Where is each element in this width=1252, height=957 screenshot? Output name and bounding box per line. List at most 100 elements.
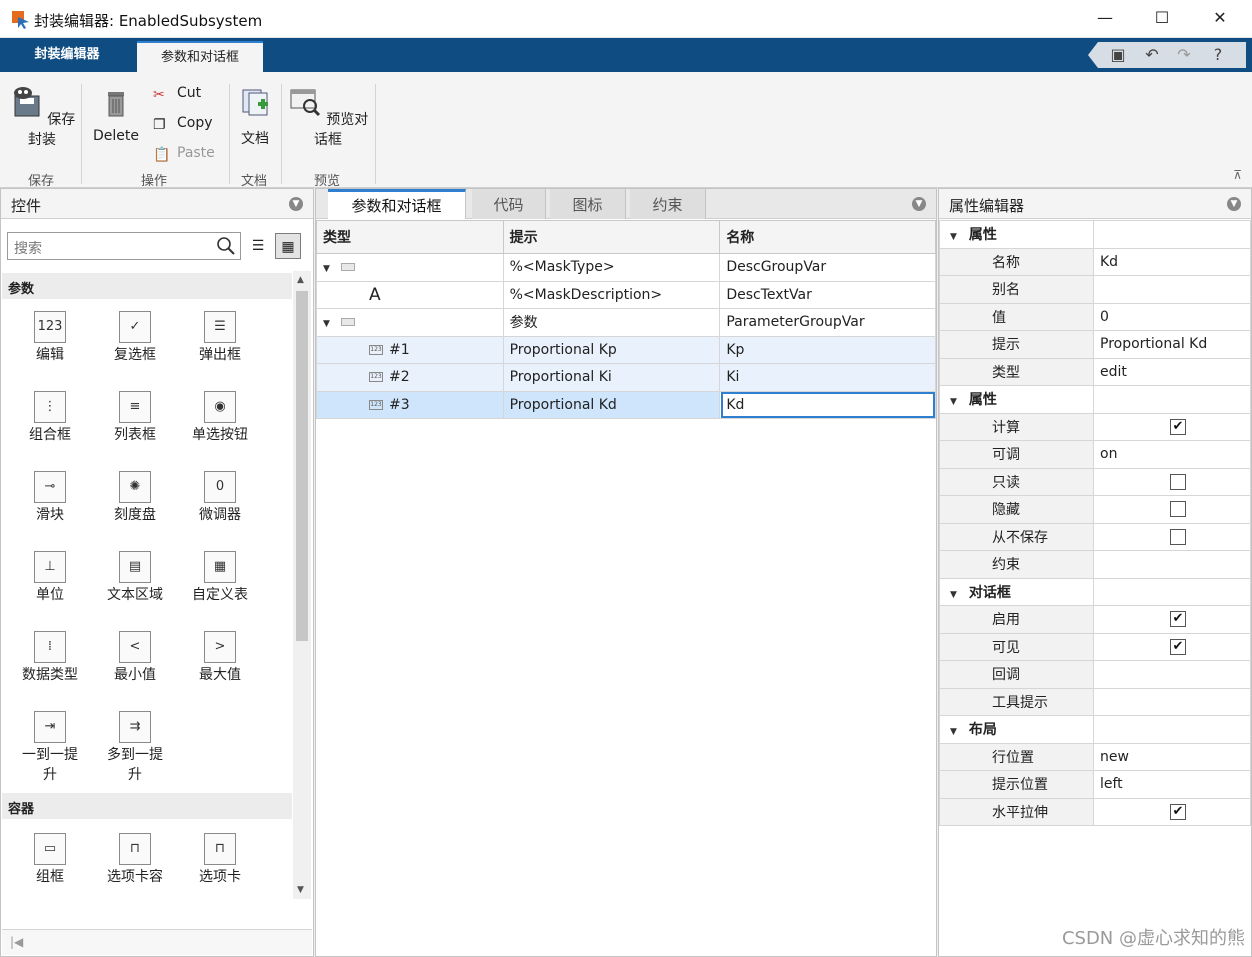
table-row[interactable]: ▼ %<MaskType> DescGroupVar bbox=[316, 253, 936, 282]
table-row[interactable]: A %<MaskDescription> DescTextVar bbox=[316, 280, 936, 309]
scroll-up-icon[interactable]: ▲ bbox=[297, 275, 304, 285]
horizontal-scrollbar[interactable]: |◀ bbox=[2, 929, 312, 955]
property-value-name[interactable]: Kd bbox=[1093, 247, 1251, 276]
scroll-start-icon[interactable]: |◀ bbox=[10, 935, 23, 949]
property-value-row-position[interactable]: new bbox=[1093, 742, 1251, 771]
save-mask-button[interactable]: 保存封装 bbox=[8, 84, 76, 149]
expand-arrow-icon[interactable]: ▼ bbox=[323, 319, 337, 329]
control-item[interactable]: ≡ 列表框 bbox=[92, 391, 178, 445]
control-item[interactable]: ▤ 文本区域 bbox=[92, 551, 178, 605]
collapse-ribbon-icon[interactable]: ⊼ bbox=[1233, 168, 1242, 182]
preview-dialog-button[interactable]: 预览对话框 bbox=[287, 84, 369, 149]
type-cell[interactable]: ▼ bbox=[316, 253, 504, 282]
tab-icon[interactable]: 图标 bbox=[550, 189, 626, 219]
never-save-checkbox[interactable] bbox=[1170, 528, 1186, 545]
scrollbar-thumb[interactable] bbox=[296, 291, 308, 641]
expand-arrow-icon[interactable]: ▼ bbox=[323, 264, 337, 274]
tab-params-dialog[interactable]: 参数和对话框 bbox=[137, 41, 263, 72]
prompt-cell[interactable]: %<MaskType> bbox=[502, 253, 721, 282]
control-item[interactable]: 0 微调器 bbox=[177, 471, 263, 525]
tab-constraints[interactable]: 约束 bbox=[630, 189, 706, 219]
control-item[interactable]: 123 编辑 bbox=[7, 311, 93, 365]
table-row[interactable]: ▼ 参数 ParameterGroupVar bbox=[316, 308, 936, 337]
type-cell[interactable]: 123 #1 bbox=[316, 335, 504, 364]
panel-menu-icon[interactable]: ▼ bbox=[912, 197, 926, 211]
hidden-checkbox[interactable] bbox=[1170, 501, 1186, 518]
paste-button[interactable]: 📋 Paste bbox=[153, 142, 215, 164]
property-group[interactable]: ▼ 对话框 bbox=[939, 577, 1251, 606]
maximize-button[interactable]: ☐ bbox=[1150, 6, 1174, 30]
collapse-arrow-icon[interactable]: ▼ bbox=[950, 397, 964, 407]
help-icon[interactable]: ? bbox=[1206, 43, 1230, 67]
type-cell[interactable]: 123 #2 bbox=[316, 363, 504, 392]
list-view-icon[interactable]: ☰ bbox=[245, 233, 271, 259]
property-value-constraint[interactable] bbox=[1093, 550, 1251, 579]
scroll-down-icon[interactable]: ▼ bbox=[297, 885, 304, 895]
redo-icon[interactable]: ↷ bbox=[1172, 43, 1196, 67]
property-group[interactable]: ▼ 属性 bbox=[939, 385, 1251, 414]
control-item[interactable]: ▦ 自定义表 bbox=[177, 551, 263, 605]
control-item[interactable]: ⁞ 数据类型 bbox=[7, 631, 93, 685]
control-item[interactable]: ⋮ 组合框 bbox=[7, 391, 93, 445]
table-row[interactable]: 123 #1 Proportional Kp Kp bbox=[316, 335, 936, 364]
type-cell[interactable]: 123 #3 bbox=[316, 390, 504, 419]
name-cell[interactable]: DescTextVar bbox=[719, 280, 936, 309]
name-cell[interactable]: Kp bbox=[719, 335, 936, 364]
property-value-tunable[interactable]: on bbox=[1093, 440, 1251, 469]
container-item[interactable]: ⊓ 选项卡 bbox=[177, 833, 263, 887]
delete-button[interactable]: Delete bbox=[88, 84, 144, 144]
column-header-name[interactable]: 名称 bbox=[719, 220, 936, 254]
search-input[interactable]: 搜索 bbox=[7, 232, 241, 260]
documentation-button[interactable]: 文档 bbox=[234, 84, 276, 148]
readonly-checkbox[interactable] bbox=[1170, 473, 1186, 490]
prompt-cell[interactable]: Proportional Kp bbox=[502, 335, 721, 364]
name-cell[interactable]: ParameterGroupVar bbox=[719, 308, 936, 337]
property-value-tooltip[interactable] bbox=[1093, 687, 1251, 716]
control-item[interactable]: > 最大值 bbox=[177, 631, 263, 685]
horizontal-stretch-checkbox[interactable]: ✔ bbox=[1170, 803, 1186, 820]
column-header-type[interactable]: 类型 bbox=[316, 220, 504, 254]
tab-mask-editor[interactable]: 封装编辑器 bbox=[0, 38, 134, 72]
property-value-prompt-position[interactable]: left bbox=[1093, 770, 1251, 799]
close-button[interactable]: ✕ bbox=[1208, 6, 1232, 30]
enabled-checkbox[interactable]: ✔ bbox=[1170, 611, 1186, 628]
type-cell[interactable]: ▼ bbox=[316, 308, 504, 337]
panel-menu-icon[interactable]: ▼ bbox=[1227, 197, 1241, 211]
cut-button[interactable]: ✂ Cut bbox=[153, 82, 201, 104]
property-value-alias[interactable] bbox=[1093, 275, 1251, 304]
visible-checkbox[interactable]: ✔ bbox=[1170, 638, 1186, 655]
prompt-cell[interactable]: Proportional Kd bbox=[502, 390, 721, 419]
copy-button[interactable]: ❐ Copy bbox=[153, 112, 213, 134]
panel-menu-icon[interactable]: ▼ bbox=[289, 197, 303, 211]
control-item[interactable]: ☰ 弹出框 bbox=[177, 311, 263, 365]
name-cell[interactable]: Ki bbox=[719, 363, 936, 392]
prompt-cell[interactable]: %<MaskDescription> bbox=[502, 280, 721, 309]
tab-params-dialog-editor[interactable]: 参数和对话框 bbox=[328, 189, 466, 219]
grid-view-icon[interactable]: ▦ bbox=[275, 233, 301, 259]
table-row-selected[interactable]: 123 #3 Proportional Kd Kd bbox=[316, 390, 936, 419]
control-item[interactable]: ◉ 单选按钮 bbox=[177, 391, 263, 445]
evaluate-checkbox[interactable]: ✔ bbox=[1170, 418, 1186, 435]
property-group[interactable]: ▼ 属性 bbox=[939, 220, 1251, 249]
property-value-prompt[interactable]: Proportional Kd bbox=[1093, 330, 1251, 359]
prompt-cell[interactable]: Proportional Ki bbox=[502, 363, 721, 392]
column-header-prompt[interactable]: 提示 bbox=[502, 220, 721, 254]
save-icon[interactable]: ▣ bbox=[1106, 43, 1130, 67]
collapse-arrow-icon[interactable]: ▼ bbox=[950, 590, 964, 600]
controls-scrollbar[interactable]: ▲ ▼ bbox=[293, 271, 311, 899]
container-item[interactable]: ▭ 组框 bbox=[7, 833, 93, 887]
prompt-cell[interactable]: 参数 bbox=[502, 308, 721, 337]
table-row[interactable]: 123 #2 Proportional Ki Ki bbox=[316, 363, 936, 392]
undo-icon[interactable]: ↶ bbox=[1140, 43, 1164, 67]
collapse-arrow-icon[interactable]: ▼ bbox=[950, 232, 964, 242]
container-item[interactable]: ⊓ 选项卡容器 bbox=[92, 833, 178, 889]
type-cell[interactable]: A bbox=[316, 280, 504, 309]
name-cell-editing[interactable]: Kd bbox=[719, 390, 936, 419]
property-value-callback[interactable] bbox=[1093, 660, 1251, 689]
control-item[interactable]: ⇥ 一到一提升 bbox=[7, 711, 93, 785]
collapse-arrow-icon[interactable]: ▼ bbox=[950, 727, 964, 737]
control-item[interactable]: ⊸ 滑块 bbox=[7, 471, 93, 525]
search-icon[interactable] bbox=[216, 236, 236, 256]
minimize-button[interactable]: — bbox=[1093, 6, 1117, 30]
control-item[interactable]: < 最小值 bbox=[92, 631, 178, 685]
